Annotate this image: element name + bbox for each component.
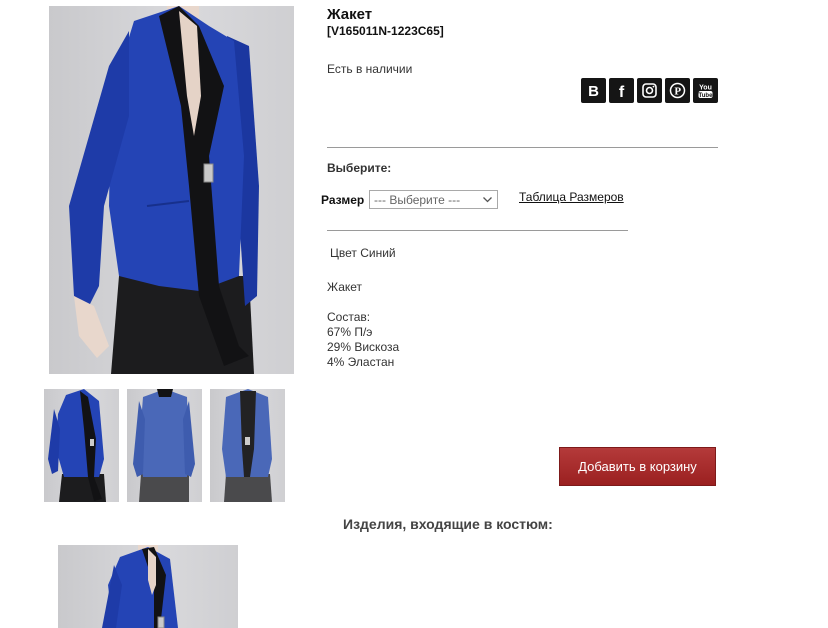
suit-items-heading: Изделия, входящие в костюм: xyxy=(343,516,553,532)
composition-item: 67% П/э xyxy=(327,325,373,339)
product-title: Жакет xyxy=(327,6,373,23)
product-description: Жакет xyxy=(327,280,363,294)
composition-label: Состав: xyxy=(327,310,371,324)
size-chart-link[interactable]: Таблица Размеров xyxy=(519,190,624,204)
facebook-icon[interactable]: f xyxy=(609,78,634,103)
composition-item: 29% Вискоза xyxy=(327,340,400,354)
composition-item: 4% Эластан xyxy=(327,355,395,369)
svg-text:P: P xyxy=(674,86,681,98)
pinterest-icon[interactable]: P xyxy=(665,78,690,103)
size-label: Размер xyxy=(321,193,365,207)
availability-status: Есть в наличии xyxy=(327,62,413,76)
thumbnail-jacket-back xyxy=(133,389,195,502)
svg-text:Tube: Tube xyxy=(699,93,714,99)
svg-text:You: You xyxy=(699,85,712,92)
vk-icon[interactable]: B xyxy=(581,78,606,103)
chevron-down-icon xyxy=(483,197,492,203)
divider xyxy=(327,230,628,231)
product-color: Цвет Синий xyxy=(330,246,396,260)
svg-text:B: B xyxy=(588,83,599,99)
youtube-icon[interactable]: You Tube xyxy=(693,78,718,103)
thumbnail-2[interactable] xyxy=(127,389,202,502)
suit-item-photo[interactable] xyxy=(58,545,238,628)
svg-text:f: f xyxy=(619,84,625,99)
jacket-illustration xyxy=(69,6,259,374)
product-sku: [V165011N-1223C65] xyxy=(327,24,444,38)
add-to-cart-button[interactable]: Добавить в корзину xyxy=(559,447,716,486)
main-product-photo[interactable] xyxy=(49,6,294,374)
divider xyxy=(327,147,718,148)
composition-block: Состав: 67% П/э 29% Вискоза 4% Эластан xyxy=(327,310,399,370)
instagram-icon[interactable] xyxy=(637,78,662,103)
thumbnail-jacket-front xyxy=(48,389,106,502)
thumbnail-3[interactable] xyxy=(210,389,285,502)
thumbnail-jacket-open xyxy=(222,389,272,502)
size-select-value: --- Выберите --- xyxy=(374,193,461,207)
options-heading: Выберите: xyxy=(327,161,392,175)
suit-item-jacket xyxy=(102,545,178,628)
thumbnail-1[interactable] xyxy=(44,389,119,502)
size-select[interactable]: --- Выберите --- xyxy=(369,190,498,209)
